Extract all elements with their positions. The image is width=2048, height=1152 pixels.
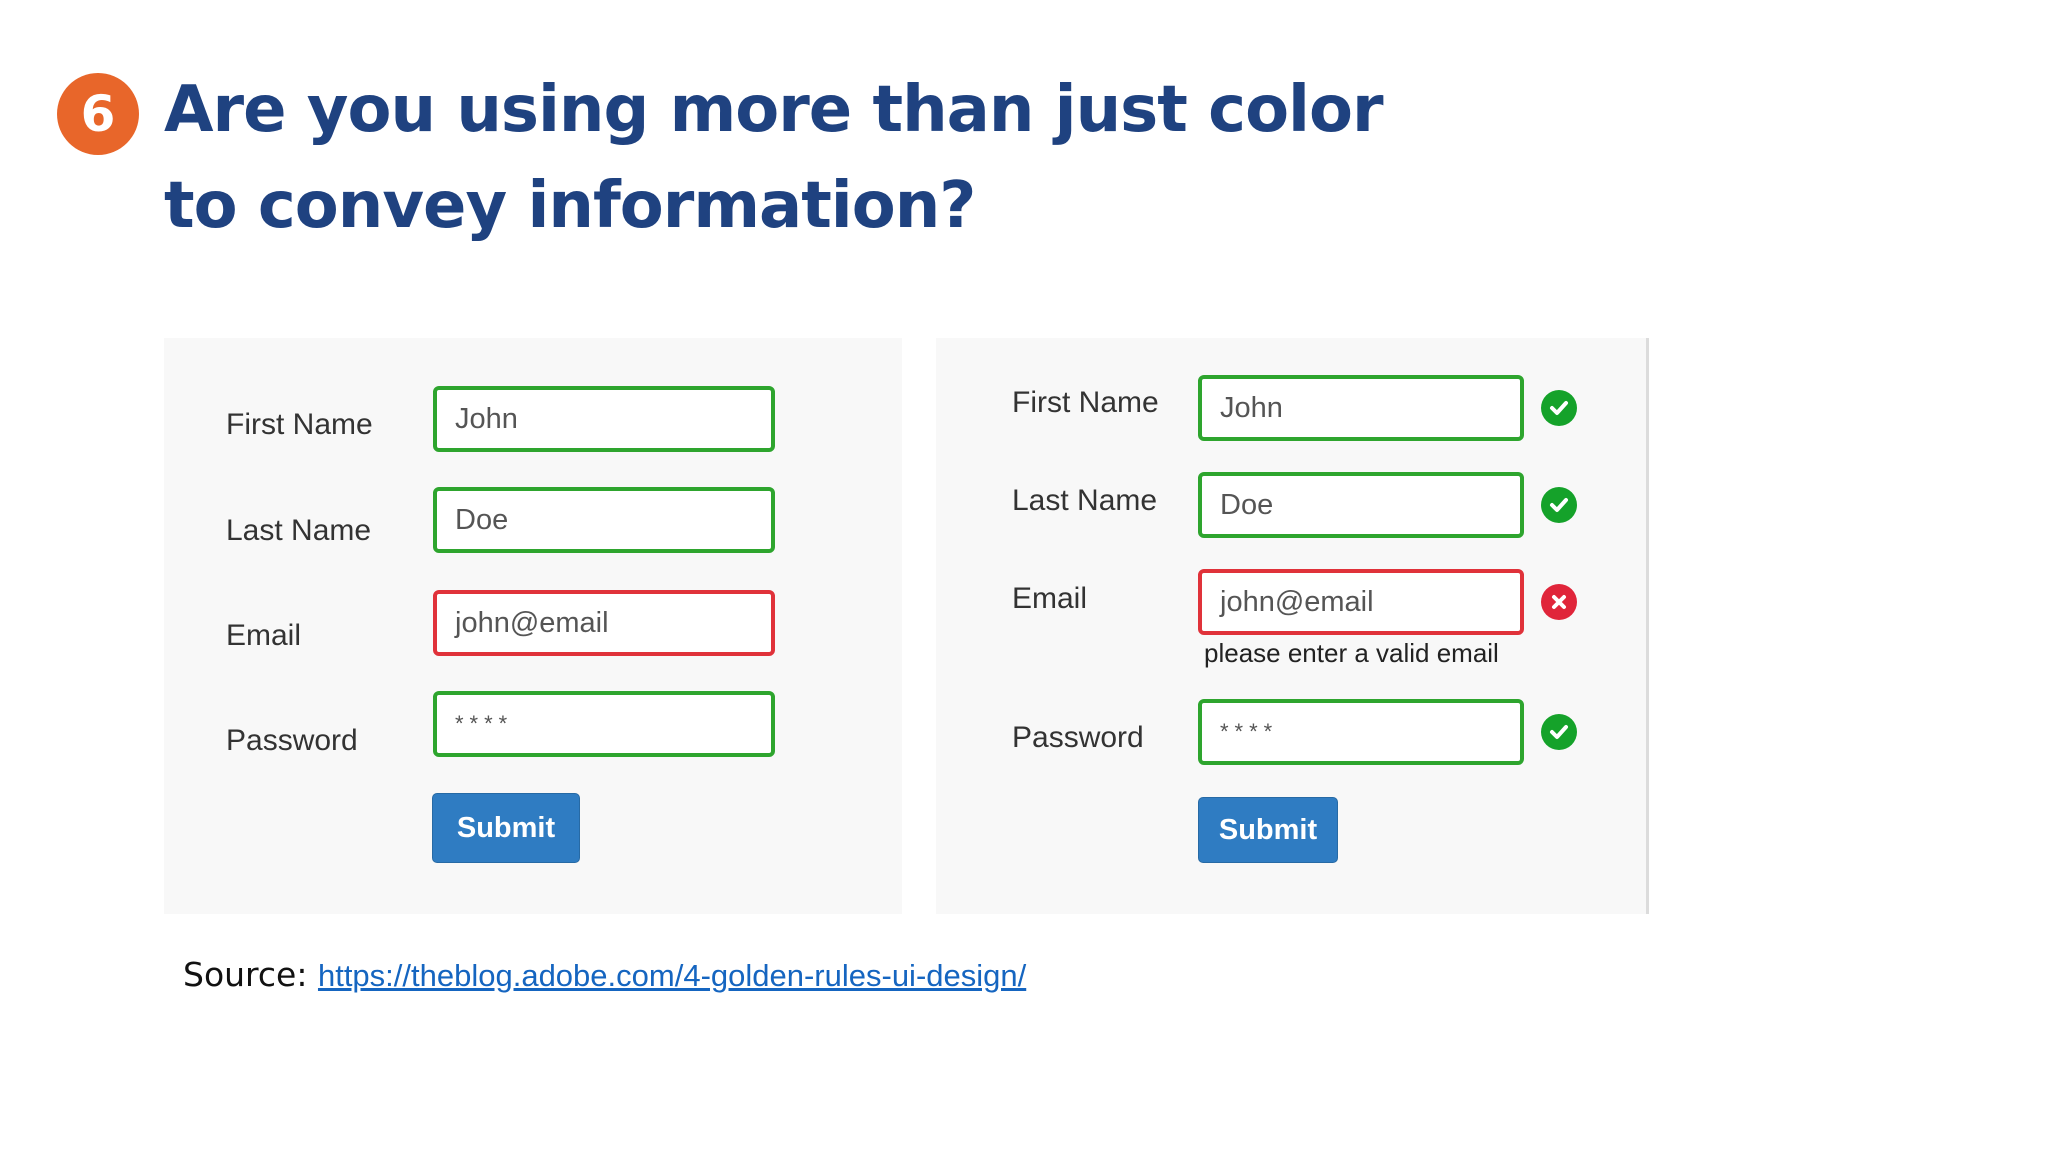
color-only-form-example: First Name John Last Name Doe Email john… xyxy=(164,338,902,914)
error-x-icon xyxy=(1541,584,1577,620)
password-label: Password xyxy=(1012,721,1144,754)
source-citation: Source: https://theblog.adobe.com/4-gold… xyxy=(183,955,1026,994)
last-name-label: Last Name xyxy=(226,514,372,547)
valid-check-icon xyxy=(1541,714,1577,750)
valid-check-icon xyxy=(1541,390,1577,426)
email-input[interactable]: john@email xyxy=(1198,569,1524,635)
slide-title: Are you using more than just color to co… xyxy=(164,73,1384,243)
slide-number: 6 xyxy=(80,85,116,143)
submit-button[interactable]: Submit xyxy=(1198,797,1338,863)
slide-number-badge: 6 xyxy=(57,73,139,155)
first-name-label: First Name xyxy=(226,408,373,441)
accessible-form-example: First Name John Last Name Doe Email john… xyxy=(936,338,1649,914)
password-input[interactable]: **** xyxy=(433,691,775,757)
first-name-input[interactable]: John xyxy=(1198,375,1524,441)
password-input[interactable]: **** xyxy=(1198,699,1524,765)
password-label: Password xyxy=(226,724,358,757)
last-name-label: Last Name xyxy=(1012,484,1158,517)
email-label: Email xyxy=(1012,582,1088,615)
first-name-input[interactable]: John xyxy=(433,386,775,452)
email-error-message: please enter a valid email xyxy=(1204,638,1499,668)
email-label: Email xyxy=(226,619,302,652)
last-name-input[interactable]: Doe xyxy=(1198,472,1524,538)
valid-check-icon xyxy=(1541,487,1577,523)
email-input[interactable]: john@email xyxy=(433,590,775,656)
submit-button[interactable]: Submit xyxy=(432,793,580,863)
last-name-input[interactable]: Doe xyxy=(433,487,775,553)
first-name-label: First Name xyxy=(1012,386,1159,419)
source-prefix: Source: xyxy=(183,955,308,994)
source-link[interactable]: https://theblog.adobe.com/4-golden-rules… xyxy=(318,958,1026,993)
